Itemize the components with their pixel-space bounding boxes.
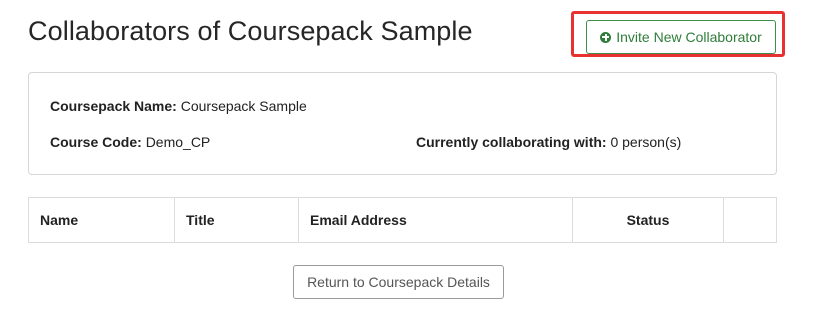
invite-collaborator-button[interactable]: Invite New Collaborator [586, 20, 776, 54]
collaborating-count-line: Currently collaborating with: 0 person(s… [416, 134, 681, 150]
collaborating-count-label: Currently collaborating with: [416, 134, 607, 150]
collaborators-page: Collaborators of Coursepack Sample Invit… [0, 0, 826, 336]
course-code-value: Demo_CP [145, 134, 211, 150]
column-header-email[interactable]: Email Address [299, 198, 573, 242]
collaborating-count-value: 0 person(s) [610, 134, 682, 150]
column-header-actions [724, 198, 776, 242]
page-title: Collaborators of Coursepack Sample [28, 16, 473, 46]
course-code-line: Course Code: Demo_CP [50, 134, 210, 150]
column-header-name[interactable]: Name [29, 198, 175, 242]
coursepack-name-line: Coursepack Name: Coursepack Sample [50, 98, 307, 114]
coursepack-name-label: Coursepack Name: [50, 98, 177, 114]
collaborators-table: Name Title Email Address Status [28, 197, 777, 243]
course-code-label: Course Code: [50, 134, 142, 150]
coursepack-name-value: Coursepack Sample [180, 98, 307, 114]
column-header-status[interactable]: Status [573, 198, 724, 242]
plus-circle-icon [600, 31, 612, 43]
return-to-details-button[interactable]: Return to Coursepack Details [293, 265, 504, 299]
coursepack-info-panel: Coursepack Name: Coursepack Sample Cours… [28, 72, 777, 175]
column-header-title[interactable]: Title [175, 198, 299, 242]
invite-collaborator-label: Invite New Collaborator [616, 29, 762, 45]
